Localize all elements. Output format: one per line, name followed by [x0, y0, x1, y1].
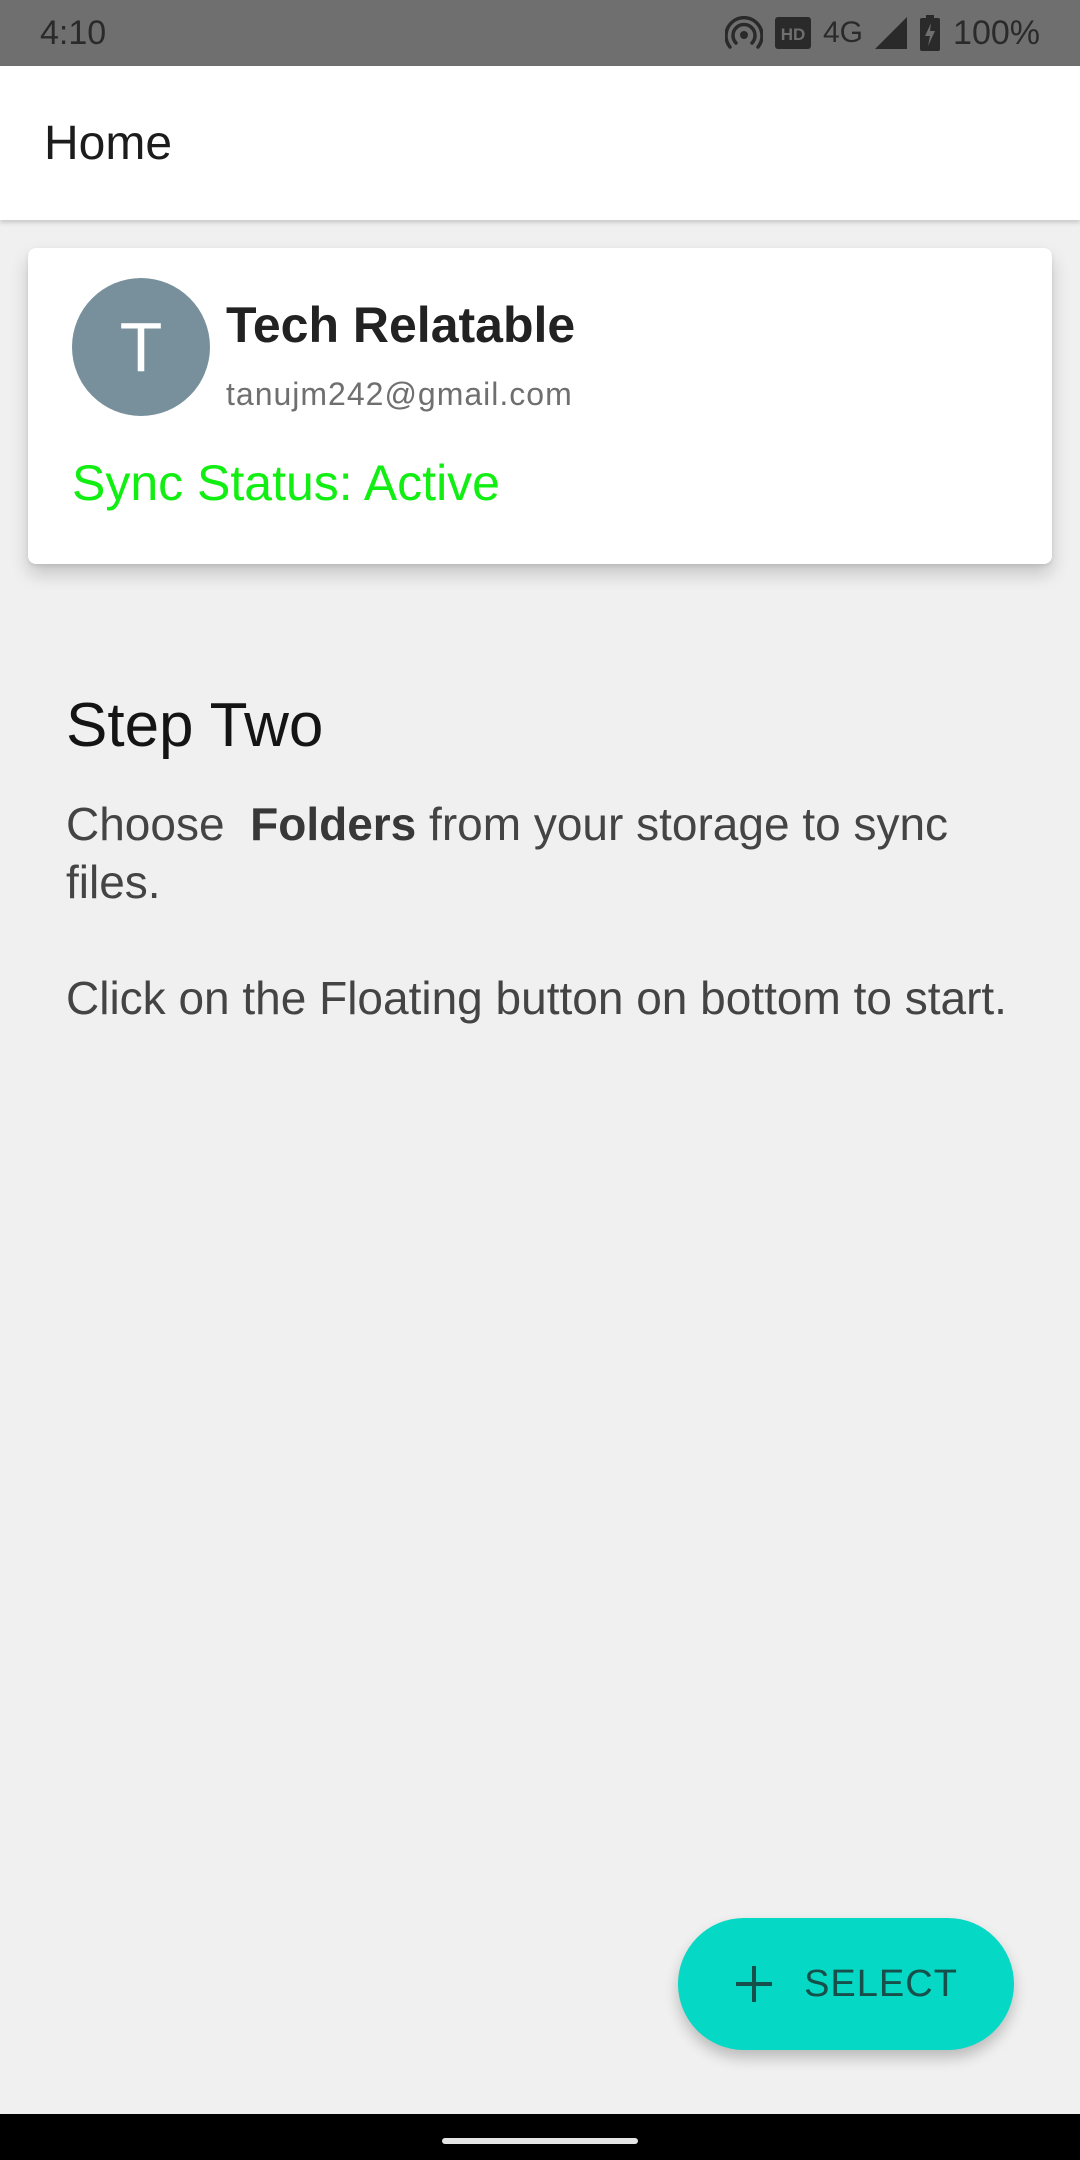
select-label: SELECT [804, 1962, 958, 2005]
step-text-before: Choose [66, 798, 251, 850]
avatar: T [72, 278, 210, 416]
step-instructions: Choose Folders from your storage to sync… [66, 795, 1026, 1027]
profile-email: tanujm242@gmail.com [226, 376, 573, 412]
hotspot-icon [725, 16, 763, 50]
battery-percent: 100% [953, 13, 1040, 52]
signal-icon [875, 17, 908, 49]
battery-charging-icon [919, 15, 941, 51]
status-time: 4:10 [40, 13, 107, 52]
navigation-bar [0, 2114, 1080, 2160]
step-heading: Step Two [66, 691, 324, 760]
plus-icon [734, 1964, 774, 2004]
status-icons: HD 4G 100% [725, 14, 1040, 53]
page-title: Home [44, 116, 173, 170]
select-fab-button[interactable]: SELECT [678, 1918, 1014, 2050]
step-instruction-floating-button: Click on the Floating button on bottom t… [66, 972, 1007, 1024]
profile-card: T Tech Relatable tanujm242@gmail.com Syn… [28, 248, 1052, 564]
step-instruction-folders: Choose Folders from your storage to sync… [66, 795, 1026, 911]
profile-name: Tech Relatable [226, 297, 576, 353]
avatar-letter: T [119, 308, 163, 386]
hd-icon: HD [775, 17, 811, 49]
app-bar: Home [0, 66, 1080, 220]
status-bar: 4:10 HD 4G 100% [0, 0, 1080, 66]
svg-text:HD: HD [781, 25, 806, 44]
network-type: 4G [823, 16, 864, 49]
home-gesture-handle[interactable] [442, 2138, 638, 2144]
sync-status: Sync Status: Active [72, 455, 500, 511]
folders-emphasis: Folders [250, 798, 417, 850]
